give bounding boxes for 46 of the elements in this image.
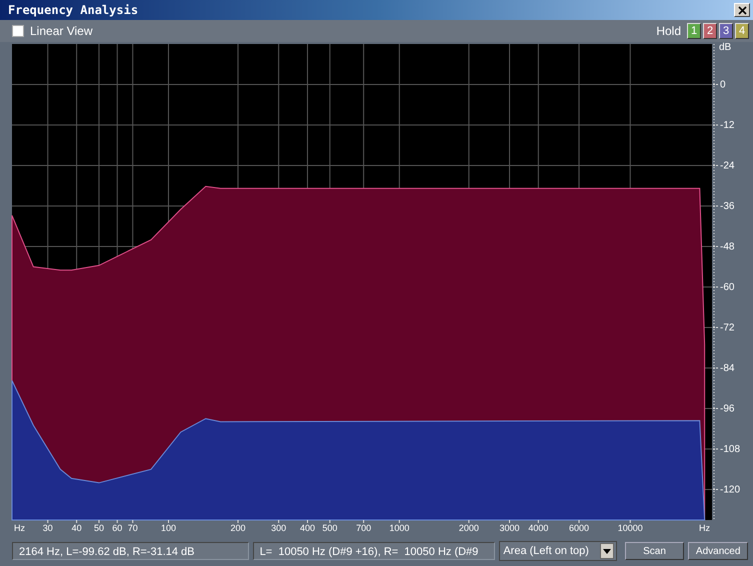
hold-slot-button[interactable]: 4 <box>735 23 749 39</box>
linear-view-checkbox[interactable] <box>12 25 24 37</box>
x-axis-label: 4000 <box>528 523 548 533</box>
y-axis-label: -48 <box>720 242 734 252</box>
hold-slot-button[interactable]: 3 <box>719 23 733 39</box>
y-axis-label: -120 <box>720 484 740 496</box>
close-icon <box>738 6 746 14</box>
hold-slot-button[interactable]: 1 <box>687 23 701 39</box>
x-axis-label: 50 <box>94 523 104 533</box>
hold-label: Hold <box>656 24 681 38</box>
y-axis-unit: dB <box>719 42 732 53</box>
x-axis-label: 1000 <box>389 523 410 533</box>
x-axis-label: 70 <box>128 523 138 533</box>
x-axis-label: 60 <box>112 523 122 533</box>
x-axis-label: 400 <box>300 523 315 533</box>
x-axis-label: 30 <box>42 523 53 533</box>
action-button[interactable]: Advanced <box>688 542 748 560</box>
x-axis-label: 3000 <box>500 523 520 533</box>
x-axis-label: 300 <box>271 523 286 533</box>
x-axis-label: 10000 <box>618 523 643 533</box>
y-axis-label: 0 <box>720 80 726 90</box>
window-title: Frequency Analysis <box>8 3 138 17</box>
checkbox-label: Linear View <box>30 24 92 38</box>
y-axis-label: -84 <box>720 363 734 374</box>
hold-slot-button[interactable]: 2 <box>703 23 717 39</box>
x-axis-label: 6000 <box>569 523 590 533</box>
x-axis-label: 2000 <box>458 523 479 533</box>
x-axis-label: 40 <box>72 523 82 533</box>
x-axis-label: 100 <box>160 523 176 533</box>
y-axis-label: -72 <box>720 322 734 334</box>
action-button[interactable]: Scan <box>624 542 684 560</box>
x-axis-label: 500 <box>322 523 338 533</box>
y-axis-label: -36 <box>720 201 734 212</box>
y-axis-label: -96 <box>720 404 734 414</box>
y-axis-label: -60 <box>720 282 734 293</box>
y-axis-label: -24 <box>720 160 734 172</box>
y-axis-label: -12 <box>720 120 734 131</box>
cursor-readout: 2164 Hz, L=-99.62 dB, R=-31.14 dB <box>12 542 249 560</box>
x-axis-unit: Hz <box>14 523 25 533</box>
x-axis-unit: Hz <box>699 523 710 533</box>
x-axis-label: 700 <box>356 523 372 533</box>
y-axis-label: -108 <box>720 444 740 455</box>
display-mode-dropdown[interactable]: Area (Left on top) <box>499 541 617 561</box>
x-axis-label: 200 <box>230 523 246 533</box>
peak-readout: L= 10050 Hz (D#9 +16), R= 10050 Hz (D#9 <box>252 542 496 560</box>
close-button[interactable] <box>734 3 750 17</box>
